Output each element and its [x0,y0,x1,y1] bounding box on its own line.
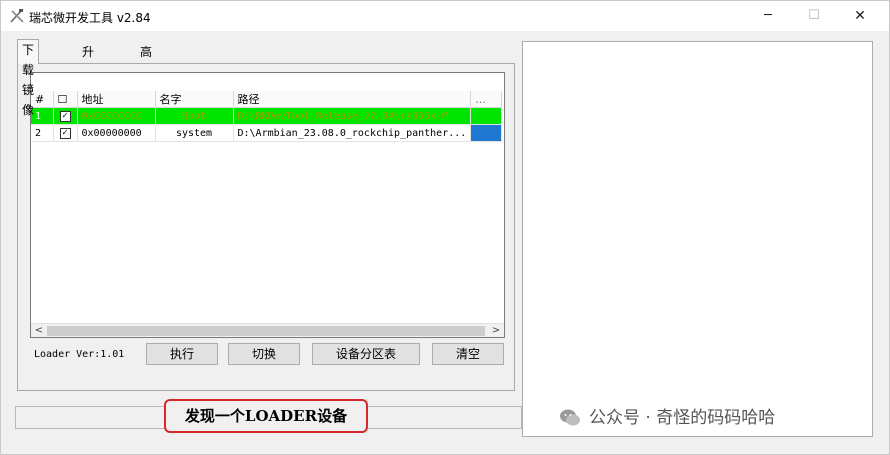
title-bar[interactable]: 瑞芯微开发工具 v2.84 ─ ☐ ✕ [1,1,889,31]
row-address[interactable]: 0x00000000 [77,124,156,142]
status-message: 发现一个LOADER设备 [164,399,368,433]
image-table: # ☐ 地址 名字 路径 ... 1 ✓ 0xCCCCCCCC Boot D:\ [31,91,503,142]
wechat-icon [560,409,580,426]
checkbox-check-icon[interactable]: ✓ [59,111,71,122]
row-address[interactable]: 0xCCCCCCCC [77,107,156,125]
column-header-select-all[interactable]: ☐ [53,91,78,108]
loader-version-label: Loader Ver:1.01 [34,349,125,360]
watermark-text: 公众号 · 奇怪的码码哈哈 [589,408,776,428]
row-index: 2 [31,124,54,142]
device-partition-table-button[interactable]: 设备分区表 [312,343,420,365]
execute-button[interactable]: 执行 [146,343,218,365]
image-list[interactable]: # ☐ 地址 名字 路径 ... 1 ✓ 0xCCCCCCCC Boot D:\ [30,72,505,338]
column-header-name[interactable]: 名字 [155,91,234,108]
tab-download-image[interactable]: 下载镜像 [17,39,40,117]
column-header-more[interactable]: ... [470,91,503,108]
tab-upgrade-firmware[interactable]: 升级固件 [77,41,99,119]
window-title: 瑞芯微开发工具 v2.84 [29,11,151,25]
horizontal-scrollbar[interactable]: < > [31,323,504,337]
scroll-right-arrow-icon[interactable]: > [489,324,503,337]
row-browse-cell[interactable] [470,124,503,142]
log-panel[interactable] [522,41,873,437]
download-image-panel: # ☐ 地址 名字 路径 ... 1 ✓ 0xCCCCCCCC Boot D:\ [17,63,515,391]
column-header-address[interactable]: 地址 [77,91,156,108]
scrollbar-thumb[interactable] [47,326,485,336]
row-index: 1 [31,107,54,125]
column-header-index[interactable]: # [31,91,54,108]
row-checkbox[interactable]: ✓ [53,124,78,142]
tab-advanced[interactable]: 高级功能 [135,41,157,119]
column-header-path[interactable]: 路径 [233,91,472,108]
row-path[interactable]: D:\RKDevTool_Release_v2.84\rk356x-M [233,107,472,125]
checkbox-check-icon[interactable]: ✓ [59,128,71,139]
maximize-button[interactable]: ☐ [791,1,837,31]
switch-button[interactable]: 切换 [228,343,300,365]
app-window: 瑞芯微开发工具 v2.84 ─ ☐ ✕ 下载镜像 升级固件 高级功能 # ☐ 地… [0,0,890,455]
list-header-strip [31,73,504,91]
row-path[interactable]: D:\Armbian_23.08.0_rockchip_panther... [233,124,472,142]
clear-button[interactable]: 清空 [432,343,504,365]
row-checkbox[interactable]: ✓ [53,107,78,125]
scroll-left-arrow-icon[interactable]: < [32,324,46,337]
table-row[interactable]: 2 ✓ 0x00000000 system D:\Armbian_23.08.0… [31,124,503,142]
row-browse-cell[interactable] [470,107,503,125]
tools-icon [10,9,24,23]
minimize-button[interactable]: ─ [745,1,791,31]
row-name[interactable]: system [155,124,234,142]
table-row[interactable]: 1 ✓ 0xCCCCCCCC Boot D:\RKDevTool_Release… [31,107,503,125]
row-name[interactable]: Boot [155,107,234,125]
close-button[interactable]: ✕ [837,1,883,31]
